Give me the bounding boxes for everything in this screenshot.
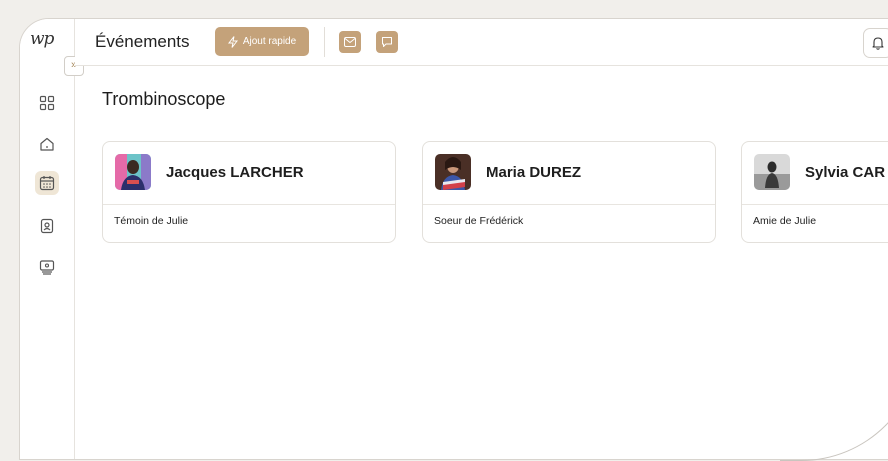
mail-icon	[344, 37, 356, 47]
person-name: Jacques LARCHER	[166, 164, 304, 181]
topbar-divider	[324, 27, 325, 57]
sidebar-item-contacts[interactable]	[35, 214, 59, 238]
person-card[interactable]: Maria DUREZ Soeur de Frédérick	[422, 141, 716, 243]
avatar	[435, 154, 471, 190]
calendar-icon	[39, 176, 55, 191]
person-role: Amie de Julie	[753, 215, 817, 227]
dashboard-grid-icon	[39, 95, 55, 111]
lightning-icon	[227, 35, 238, 48]
person-card[interactable]: Jacques LARCHER Témoin de Julie	[102, 141, 396, 243]
person-card-header: Sylvia CAR	[742, 142, 888, 205]
page-title: Trombinoscope	[102, 89, 226, 109]
sidebar-item-dashboard[interactable]	[35, 91, 59, 115]
person-card[interactable]: Sylvia CAR Amie de Julie	[741, 141, 888, 243]
person-role: Soeur de Frédérick	[434, 215, 524, 227]
person-name: Maria DUREZ	[486, 164, 582, 181]
person-card-header: Jacques LARCHER	[103, 142, 395, 205]
monitor-icon	[39, 260, 55, 275]
notifications-button[interactable]	[863, 28, 888, 58]
bell-icon	[872, 37, 884, 50]
person-name: Sylvia CAR	[805, 164, 886, 181]
avatar	[115, 154, 151, 190]
sidebar-item-events[interactable]	[35, 171, 59, 195]
app-logo[interactable]: wp	[30, 29, 66, 53]
avatar	[754, 154, 790, 190]
sidebar-item-presentation[interactable]	[35, 255, 59, 279]
chat-icon	[382, 37, 392, 47]
home-icon	[40, 137, 54, 151]
quick-add-label: Ajout rapide	[242, 36, 297, 47]
quick-add-button[interactable]: Ajout rapide	[215, 27, 309, 56]
chat-button[interactable]	[376, 31, 398, 53]
mail-button[interactable]	[339, 31, 361, 53]
person-role: Témoin de Julie	[114, 215, 189, 227]
contact-card-icon	[40, 218, 54, 234]
app-window: wp » Événements Ajout rapide Trombinosco…	[19, 18, 888, 460]
person-card-header: Maria DUREZ	[423, 142, 715, 205]
sidebar-item-home[interactable]	[35, 132, 59, 156]
sidebar: wp	[20, 19, 75, 459]
section-title: Événements	[95, 32, 190, 51]
topbar: Événements Ajout rapide	[75, 19, 888, 66]
